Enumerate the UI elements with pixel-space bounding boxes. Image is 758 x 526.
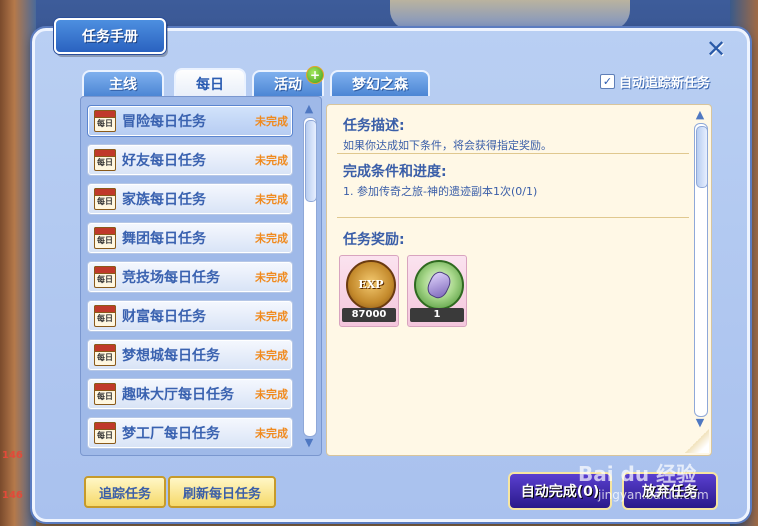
background-hp-text: 146 (2, 450, 23, 461)
task-status: 未完成 (255, 154, 288, 167)
exp-icon: EXP (346, 260, 396, 310)
task-item-fun-hall[interactable]: 每日 趣味大厅每日任务 未完成 (87, 378, 293, 410)
task-item-friend[interactable]: 每日 好友每日任务 未完成 (87, 144, 293, 176)
task-name: 梦工厂每日任务 (122, 426, 220, 442)
task-name: 趣味大厅每日任务 (122, 387, 234, 403)
daily-calendar-icon: 每日 (94, 422, 116, 444)
abandon-task-button[interactable]: 放弃任务 (622, 472, 718, 510)
tab-main[interactable]: 主线 (82, 70, 164, 96)
task-name: 竞技场每日任务 (122, 270, 220, 286)
task-list: 每日 冒险每日任务 未完成 每日 好友每日任务 未完成 每日 家族每日任务 未完… (80, 96, 322, 456)
task-item-arena[interactable]: 每日 竞技场每日任务 未完成 (87, 261, 293, 293)
daily-calendar-icon: 每日 (94, 227, 116, 249)
reward-count: 87000 (342, 308, 396, 322)
auto-track-option[interactable]: ✓ 自动追踪新任务 (600, 72, 711, 91)
background-left-scenery (0, 0, 36, 526)
task-name: 好友每日任务 (122, 153, 206, 169)
track-task-button[interactable]: 追踪任务 (84, 476, 166, 508)
progress-title: 完成条件和进度: (343, 164, 447, 180)
daily-calendar-icon: 每日 (94, 188, 116, 210)
reward-title: 任务奖励: (343, 232, 405, 248)
daily-calendar-icon: 每日 (94, 305, 116, 327)
reward-gem[interactable]: 1 (407, 255, 467, 327)
scroll-up-arrow-icon[interactable]: ▲ (693, 109, 707, 121)
detail-scroll-thumb[interactable] (696, 126, 708, 188)
task-detail-panel: 任务描述: 如果你达成如下条件，将会获得指定奖励。 完成条件和进度: 1. 参加… (326, 104, 712, 456)
daily-calendar-icon: 每日 (94, 149, 116, 171)
gem-crystal (424, 268, 454, 302)
reward-exp[interactable]: EXP 87000 (339, 255, 399, 327)
auto-track-checkbox[interactable]: ✓ (600, 73, 615, 89)
scroll-down-arrow-icon[interactable]: ▼ (693, 417, 707, 429)
task-list-scroll-thumb[interactable] (305, 120, 317, 202)
description-text: 如果你达成如下条件，将会获得指定奖励。 (343, 139, 552, 152)
task-status: 未完成 (255, 427, 288, 440)
page-curl (685, 429, 709, 453)
task-name: 家族每日任务 (122, 192, 206, 208)
reward-count: 1 (410, 308, 464, 322)
task-item-adventure[interactable]: 每日 冒险每日任务 未完成 (87, 105, 293, 137)
task-list-scrollbar[interactable] (303, 117, 317, 437)
task-item-family[interactable]: 每日 家族每日任务 未完成 (87, 183, 293, 215)
task-name: 冒险每日任务 (122, 114, 206, 130)
tab-dream-forest[interactable]: 梦幻之森 (330, 70, 430, 96)
divider (337, 153, 689, 154)
close-icon[interactable]: ✕ (703, 36, 729, 62)
task-item-dream-city[interactable]: 每日 梦想城每日任务 未完成 (87, 339, 293, 371)
background-castle (390, 0, 630, 30)
task-item-wealth[interactable]: 每日 财富每日任务 未完成 (87, 300, 293, 332)
detail-scrollbar[interactable] (694, 123, 708, 417)
task-status: 未完成 (255, 193, 288, 206)
daily-calendar-icon: 每日 (94, 110, 116, 132)
auto-complete-button[interactable]: 自动完成(0) (508, 472, 612, 510)
task-name: 财富每日任务 (122, 309, 206, 325)
task-status: 未完成 (255, 349, 288, 362)
window-title: 任务手册 (54, 18, 166, 54)
progress-text: 1. 参加传奇之旅-神的遗迹副本1次(0/1) (343, 185, 538, 198)
new-plus-icon: + (306, 66, 324, 84)
daily-calendar-icon: 每日 (94, 383, 116, 405)
task-status: 未完成 (255, 388, 288, 401)
task-status: 未完成 (255, 232, 288, 245)
task-status: 未完成 (255, 271, 288, 284)
description-title: 任务描述: (343, 118, 405, 134)
auto-track-label: 自动追踪新任务 (619, 75, 711, 91)
gem-icon (414, 260, 464, 310)
daily-calendar-icon: 每日 (94, 266, 116, 288)
scroll-down-arrow-icon[interactable]: ▼ (302, 437, 316, 449)
divider (337, 217, 689, 218)
task-item-dance-group[interactable]: 每日 舞团每日任务 未完成 (87, 222, 293, 254)
exp-icon-label: EXP (358, 278, 384, 291)
daily-calendar-icon: 每日 (94, 344, 116, 366)
background-hp-text: 146 (2, 490, 23, 501)
tab-daily[interactable]: 每日 (174, 68, 246, 98)
refresh-daily-button[interactable]: 刷新每日任务 (168, 476, 276, 508)
task-status: 未完成 (255, 310, 288, 323)
task-status: 未完成 (255, 115, 288, 128)
task-name: 梦想城每日任务 (122, 348, 220, 364)
task-item-dream-factory[interactable]: 每日 梦工厂每日任务 未完成 (87, 417, 293, 449)
scroll-up-arrow-icon[interactable]: ▲ (302, 103, 316, 115)
task-name: 舞团每日任务 (122, 231, 206, 247)
